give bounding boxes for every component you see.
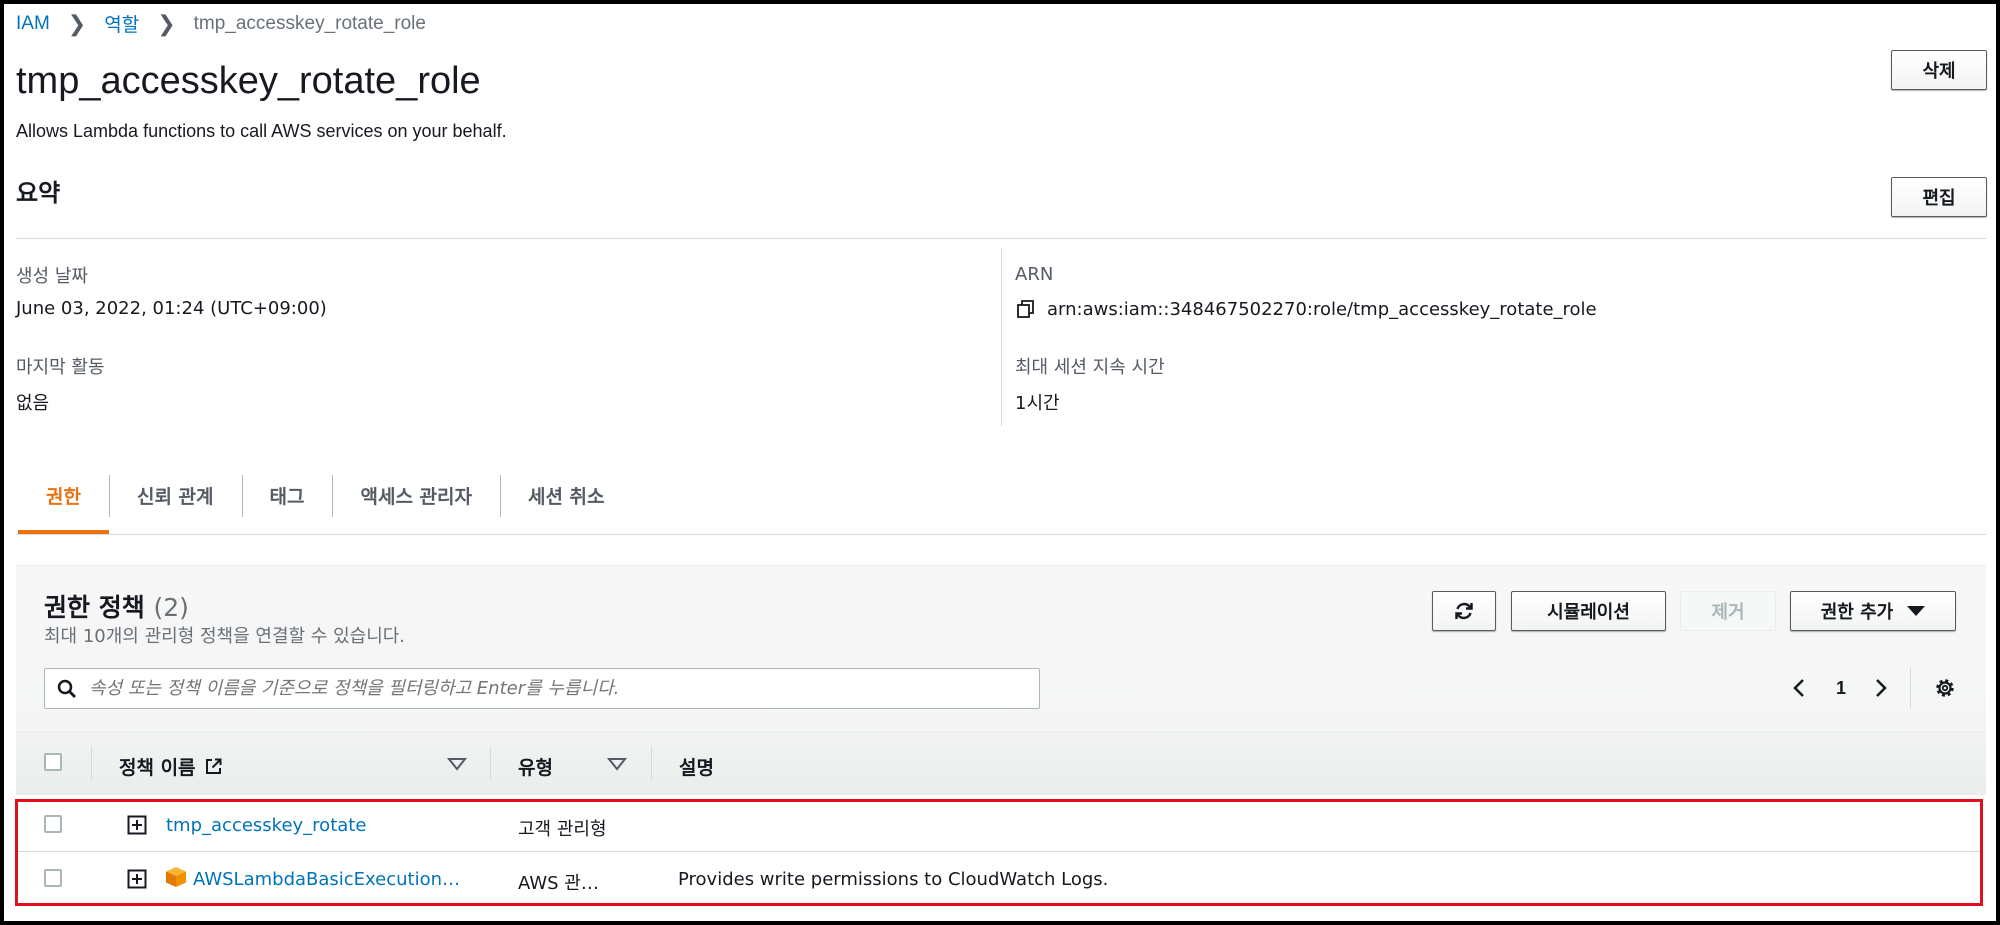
policy-name-link[interactable]: AWSLambdaBasicExecution… [193,869,460,890]
role-description: Allows Lambda functions to call AWS serv… [16,121,507,141]
caret-down-icon [1907,606,1926,616]
simulate-button[interactable]: 시뮬레이션 [1511,591,1666,631]
chevron-right-icon: ❯ [67,10,87,36]
created-label: 생성 날짜 [16,266,88,287]
permissions-count: (2) [153,593,189,622]
chevron-right-icon: ❯ [157,10,176,36]
select-all-checkbox[interactable] [44,753,62,771]
next-page-button[interactable] [1866,670,1896,706]
aws-managed-box-icon [165,866,187,893]
gear-icon [1936,679,1954,697]
breadcrumb-roles[interactable]: 역할 [104,10,139,37]
pager-divider [1910,668,1911,708]
add-permissions-label: 권한 추가 [1820,602,1894,623]
permissions-heading: 권한 정책 (2) [44,588,189,624]
column-policy-name[interactable]: 정책 이름 [119,753,223,780]
expand-icon[interactable] [127,869,147,894]
page-number[interactable]: 1 [1826,670,1856,706]
chevron-right-icon [1876,679,1887,697]
column-divider [651,746,652,780]
tabs-divider [16,534,1986,535]
refresh-button[interactable] [1432,591,1496,631]
column-divider [91,746,92,780]
tab-access-advisor[interactable]: 액세스 관리자 [332,472,500,534]
summary-divider [16,238,1986,239]
arn-label: ARN [1015,264,1054,285]
policy-type: AWS 관… [518,873,599,894]
sort-policy-name-icon[interactable] [446,757,468,776]
column-type[interactable]: 유형 [518,753,553,780]
policy-filter [44,668,1040,709]
policy-type: 고객 관리형 [518,819,607,840]
last-activity-value: 없음 [16,393,50,414]
policy-name-link[interactable]: tmp_accesskey_rotate [166,815,366,836]
arn-row: arn:aws:iam::348467502270:role/tmp_acces… [1015,298,1597,320]
row-divider [18,851,1982,852]
column-description: 설명 [679,757,714,779]
copy-icon[interactable] [1015,298,1037,320]
summary-column-divider [1001,248,1002,426]
edit-button[interactable]: 편집 [1891,177,1987,217]
summary-heading: 요약 [16,179,61,207]
policy-table-header [16,731,1986,795]
row-checkbox[interactable] [44,815,62,833]
arn-value: arn:aws:iam::348467502270:role/tmp_acces… [1047,298,1597,320]
search-icon [57,679,76,698]
prev-page-button[interactable] [1784,670,1814,706]
permissions-description: 최대 10개의 관리형 정책을 연결할 수 있습니다. [44,626,406,647]
policy-description: Provides write permissions to CloudWatch… [678,869,1109,890]
column-policy-name-label: 정책 이름 [119,757,196,779]
max-session-value: 1시간 [1015,393,1060,414]
tab-revoke-sessions[interactable]: 세션 취소 [499,472,633,534]
external-link-icon [205,758,222,774]
sort-type-icon[interactable] [606,757,628,776]
add-permissions-button[interactable]: 권한 추가 [1790,591,1956,631]
last-activity-label: 마지막 활동 [16,357,105,378]
breadcrumb-current: tmp_accesskey_rotate_role [193,12,426,34]
delete-button[interactable]: 삭제 [1891,50,1987,90]
preferences-button[interactable] [1928,670,1962,706]
breadcrumb-iam[interactable]: IAM [16,13,50,35]
column-divider [490,746,491,780]
expand-icon[interactable] [127,815,147,840]
policy-filter-input[interactable] [89,678,989,699]
breadcrumb: IAM ❯ 역할 ❯ tmp_accesskey_rotate_role [16,10,426,37]
row-checkbox[interactable] [44,869,62,887]
role-tabs: 권한 신뢰 관계 태그 액세스 관리자 세션 취소 [18,472,633,534]
tab-permissions[interactable]: 권한 [18,472,109,534]
max-session-label: 최대 세션 지속 시간 [1015,357,1165,378]
tab-tags[interactable]: 태그 [241,472,333,534]
refresh-icon [1455,602,1473,620]
remove-button[interactable]: 제거 [1680,591,1776,631]
permissions-heading-text: 권한 정책 [44,593,145,622]
page-title: tmp_accesskey_rotate_role [16,60,481,102]
tab-trust-relationships[interactable]: 신뢰 관계 [108,472,242,534]
created-value: June 03, 2022, 01:24 (UTC+09:00) [16,298,327,319]
chevron-left-icon [1793,679,1804,697]
